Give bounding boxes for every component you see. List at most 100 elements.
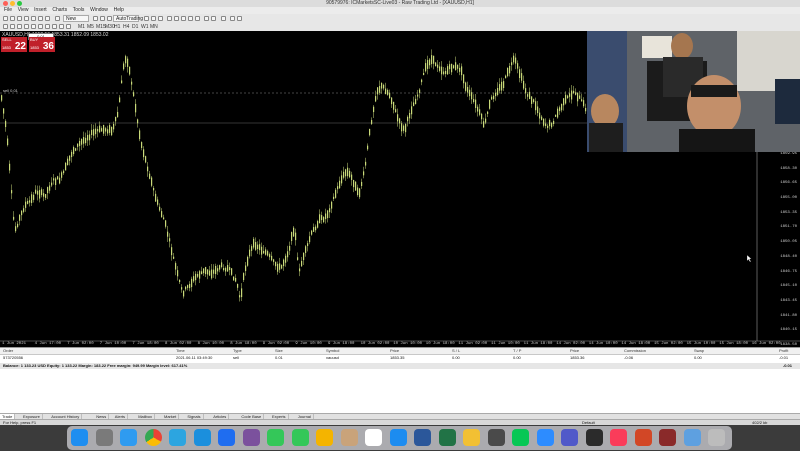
timeframe-m5[interactable]: M5 [87, 24, 94, 30]
contacts-icon[interactable] [340, 429, 358, 446]
menu-window[interactable]: Window [90, 7, 108, 14]
trendline-icon[interactable] [31, 24, 36, 29]
text-label-icon[interactable] [59, 24, 64, 29]
new-chart-icon[interactable] [3, 16, 8, 21]
preview-icon[interactable] [683, 429, 701, 446]
menu-view[interactable]: View [18, 7, 29, 14]
chrome-canary-icon[interactable] [463, 429, 480, 446]
column-header[interactable]: Type [233, 348, 242, 354]
menu-insert[interactable]: Insert [34, 7, 47, 14]
column-header[interactable]: Swap [694, 348, 704, 354]
timeframe-m1[interactable]: M1 [78, 24, 85, 30]
column-header[interactable]: Symbol [326, 348, 339, 354]
column-header[interactable]: Time [176, 348, 185, 354]
horizontal-line-icon[interactable] [24, 24, 29, 29]
photo-booth-icon[interactable] [659, 429, 676, 446]
column-header[interactable]: Commission [624, 348, 646, 354]
timeframe-mn[interactable]: MN [150, 24, 158, 30]
column-header[interactable]: Price [390, 348, 399, 354]
menu-file[interactable]: File [4, 7, 12, 14]
data-window-icon[interactable] [24, 16, 29, 21]
word-icon[interactable] [414, 429, 431, 446]
candlestick [191, 276, 193, 292]
chrome-icon[interactable] [144, 429, 162, 446]
zoom-icon[interactable] [536, 429, 554, 446]
finder-icon[interactable] [71, 429, 88, 446]
telegram-icon[interactable] [169, 429, 186, 446]
candlestick [437, 60, 439, 72]
templates-dropdown-icon[interactable] [230, 16, 235, 21]
column-header[interactable]: Price [570, 348, 579, 354]
cursor-icon[interactable] [3, 24, 8, 29]
column-header[interactable]: Order [3, 348, 13, 354]
column-header[interactable]: Size [275, 348, 283, 354]
arrows-icon[interactable] [66, 24, 71, 29]
terminal-panel: Order Time Type Size Symbol Price S / L T / P Pr… [0, 347, 800, 420]
vertical-line-icon[interactable] [17, 24, 22, 29]
profiles-icon[interactable] [10, 16, 15, 21]
table-row[interactable]: 573720556 2021.06.11 03:49:30 sell 0.01 xauu… [0, 355, 800, 361]
safari-icon[interactable] [120, 429, 137, 446]
app-store-icon[interactable] [389, 429, 407, 446]
timeframe-w1[interactable]: W1 [141, 24, 149, 30]
messages-icon[interactable] [291, 429, 309, 446]
viber-icon[interactable] [242, 429, 260, 446]
templates-icon[interactable] [221, 16, 226, 21]
quicktime-icon[interactable] [487, 429, 505, 446]
zalo-icon[interactable] [218, 429, 235, 446]
candlestick-icon[interactable] [151, 16, 156, 21]
launchpad-icon[interactable] [95, 429, 113, 446]
column-header[interactable]: T / P [513, 348, 521, 354]
zoom-in-icon[interactable] [167, 16, 172, 21]
menu-tools[interactable]: Tools [73, 7, 85, 14]
one-click-sell-button[interactable]: SELL 1853 22 [1, 37, 27, 52]
new-order-button[interactable]: New Order [63, 15, 89, 29]
calendar-icon[interactable] [365, 429, 382, 446]
trash-icon[interactable] [708, 429, 725, 446]
history-icon[interactable] [100, 16, 105, 21]
line-chart-icon[interactable] [158, 16, 163, 21]
price-chart[interactable]: XAUUSD,H1 1852.56 1853.31 1852.09 1853.0… [0, 31, 800, 347]
timeframe-d1[interactable]: D1 [132, 24, 138, 30]
menu-help[interactable]: Help [114, 7, 124, 14]
column-header[interactable]: Profit [779, 348, 788, 354]
chart-settings-icon[interactable] [237, 16, 242, 21]
timeframe-h4[interactable]: H4 [123, 24, 129, 30]
fibonacci-icon[interactable] [45, 24, 50, 29]
excel-icon[interactable] [438, 429, 456, 446]
chart-shift-icon[interactable] [188, 16, 193, 21]
text-icon[interactable] [52, 24, 57, 29]
periods-icon[interactable] [211, 16, 216, 21]
candlestick [167, 225, 169, 242]
new-chart-window-icon[interactable] [107, 16, 112, 21]
candlestick [295, 228, 297, 246]
bar-chart-icon[interactable] [144, 16, 149, 21]
column-header[interactable]: S / L [452, 348, 460, 354]
autotrading-button[interactable]: AutoTrading [113, 15, 143, 22]
strategy-tester-icon[interactable] [45, 16, 50, 21]
candlestick [169, 233, 171, 248]
channel-icon[interactable] [38, 24, 43, 29]
menu-charts[interactable]: Charts [52, 7, 67, 14]
navigator-icon[interactable] [31, 16, 36, 21]
auto-scroll-icon[interactable] [195, 16, 200, 21]
teams-icon[interactable] [561, 429, 578, 446]
indicators-icon[interactable] [204, 16, 209, 21]
market-watch-icon[interactable] [17, 16, 22, 21]
skype-icon[interactable] [193, 429, 211, 446]
tile-windows-icon[interactable] [181, 16, 186, 21]
terminal-icon[interactable] [585, 429, 603, 446]
crosshair-icon[interactable] [10, 24, 15, 29]
music-icon[interactable] [610, 429, 627, 446]
timeframe-h1[interactable]: H1 [114, 24, 120, 30]
candlestick [249, 244, 251, 259]
powerpoint-icon[interactable] [634, 429, 652, 446]
line-icon[interactable] [512, 429, 529, 446]
facetime-icon[interactable] [267, 429, 284, 446]
zoom-out-icon[interactable] [174, 16, 179, 21]
photos-icon[interactable] [316, 429, 333, 446]
terminal-icon[interactable] [38, 16, 43, 21]
options-icon[interactable] [55, 16, 60, 21]
one-click-buy-button[interactable]: BUY 1853 36 [29, 37, 55, 52]
metaeditor-icon[interactable] [93, 16, 98, 21]
